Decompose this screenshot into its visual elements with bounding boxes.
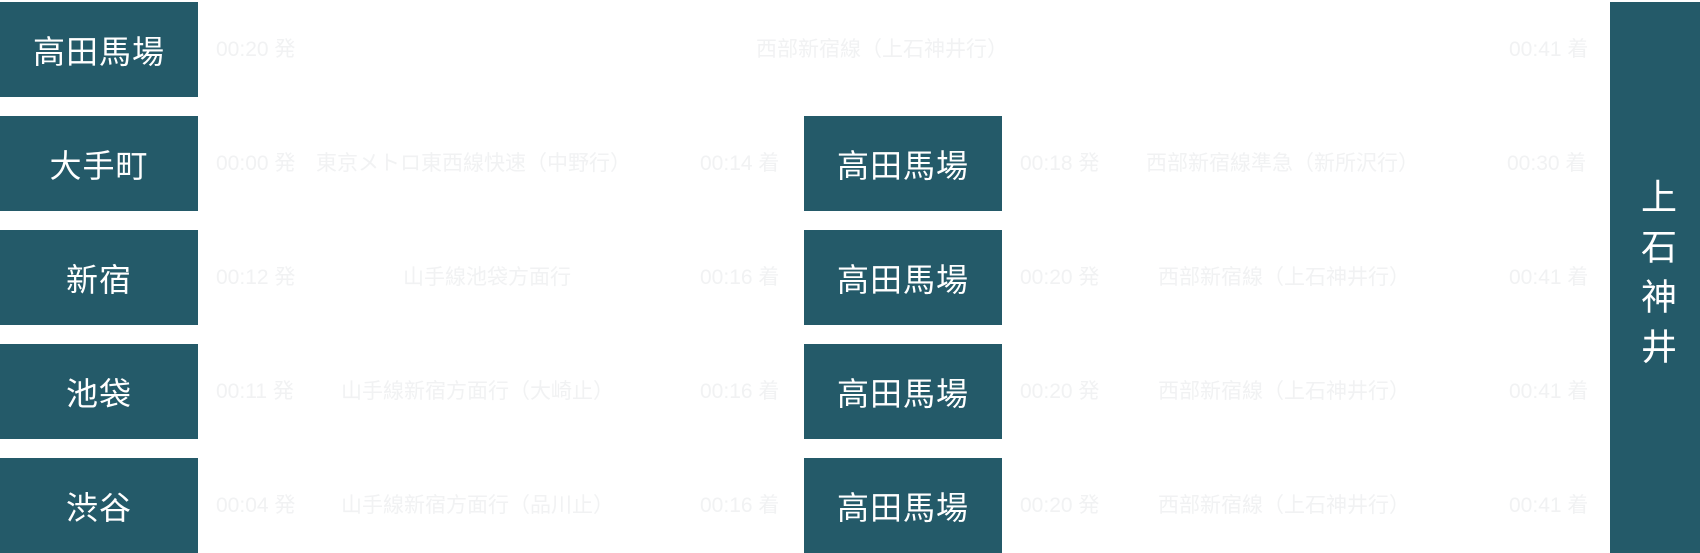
origin-station-otemachi: 大手町 [0,116,198,211]
destination-label: 上石神井 [1635,177,1676,378]
train-line: 西部新宿線（上石神井行） [756,38,1008,61]
origin-station-shinjuku: 新宿 [0,230,198,325]
train-line: 西部新宿線（上石神井行） [1158,266,1410,289]
departure-time: 00:11 発 [216,380,294,403]
arrival-time: 00:30 着 [1507,152,1587,175]
arrival-time: 00:41 着 [1509,266,1589,289]
arrival-time: 00:16 着 [700,494,780,517]
transfer-station-takadanobaba: 高田馬場 [804,116,1002,211]
transfer-station-takadanobaba: 高田馬場 [804,344,1002,439]
train-line: 西部新宿線（上石神井行） [1158,494,1410,517]
arrival-time: 00:41 着 [1509,494,1589,517]
departure-time: 00:04 発 [216,494,296,517]
departure-time: 00:00 発 [216,152,296,175]
departure-time: 00:20 発 [1020,380,1100,403]
transfer-station-takadanobaba: 高田馬場 [804,230,1002,325]
train-line: 山手線新宿方面行（大崎止） [341,380,614,403]
departure-time: 00:20 発 [1020,266,1100,289]
departure-time: 00:20 発 [1020,494,1100,517]
train-line: 東京メトロ東西線快速（中野行） [316,152,631,175]
train-line: 西部新宿線（上石神井行） [1158,380,1410,403]
transfer-station-takadanobaba: 高田馬場 [804,458,1002,553]
departure-time: 00:12 発 [216,266,296,289]
origin-station-ikebukuro: 池袋 [0,344,198,439]
train-line: 山手線新宿方面行（品川止） [341,494,614,517]
departure-time: 00:20 発 [216,38,296,61]
train-line: 山手線池袋方面行 [403,266,571,289]
arrival-time: 00:41 着 [1509,38,1589,61]
arrival-time: 00:16 着 [700,266,780,289]
arrival-time: 00:14 着 [700,152,780,175]
origin-station-shibuya: 渋谷 [0,458,198,553]
train-line: 西部新宿線準急（新所沢行） [1146,152,1419,175]
departure-time: 00:18 発 [1020,152,1100,175]
destination-station: 上石神井 [1610,2,1700,553]
arrival-time: 00:41 着 [1509,380,1589,403]
origin-station-takadanobaba: 高田馬場 [0,2,198,97]
arrival-time: 00:16 着 [700,380,780,403]
